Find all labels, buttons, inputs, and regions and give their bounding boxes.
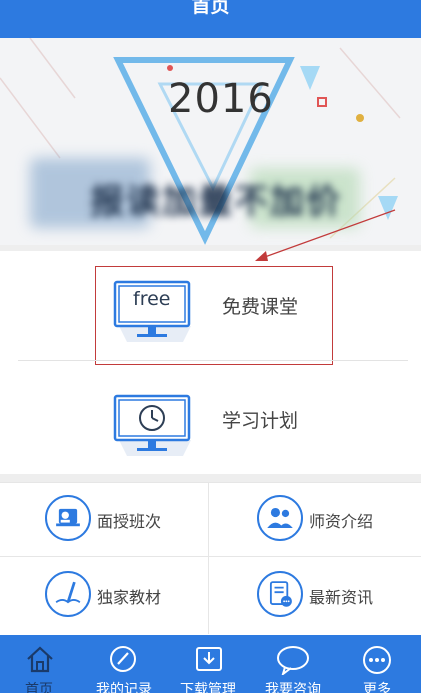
tab-my-records[interactable]: 我的记录 (82, 635, 166, 693)
pen-circle-icon (110, 646, 136, 672)
download-icon (196, 647, 222, 671)
tab-my-records-label: 我的记录 (96, 682, 152, 693)
section-gap (0, 245, 421, 251)
home-icon (27, 646, 53, 673)
bottom-tab-bar: 首页 我的记录 下载管理 我要咨询 更多 (0, 635, 421, 693)
course-divider (18, 360, 408, 361)
latest-news-entry[interactable]: 最新资讯 (209, 557, 418, 632)
banner-year: 2016 (168, 76, 274, 122)
exclusive-materials-entry[interactable]: 独家教材 (0, 557, 209, 632)
tab-more[interactable]: 更多 (335, 635, 419, 693)
top-header: 首页 (0, 0, 421, 38)
clock-monitor-icon (113, 394, 191, 456)
section-gap-2 (0, 474, 421, 482)
teacher-intro-label: 师资介绍 (309, 512, 374, 531)
book-pen-icon (45, 571, 91, 617)
tab-consult-label: 我要咨询 (265, 682, 321, 693)
exclusive-materials-label: 独家教材 (97, 588, 162, 607)
face-class-entry[interactable]: 面授班次 (0, 482, 209, 557)
tab-download[interactable]: 下载管理 (166, 635, 250, 693)
teacher-screen-icon (45, 495, 91, 541)
banner-slogan: 报读加量不加价 (90, 182, 342, 222)
tab-home-label: 首页 (25, 682, 53, 693)
page-title: 首页 (191, 0, 230, 17)
latest-news-label: 最新资讯 (309, 588, 374, 607)
study-plan-entry[interactable]: 学习计划 (0, 362, 421, 470)
tab-more-label: 更多 (363, 682, 391, 693)
news-document-icon (257, 571, 303, 617)
face-class-label: 面授班次 (97, 512, 162, 531)
more-dots-icon (363, 646, 391, 674)
promo-banner[interactable]: 2016 报读加量不加价 (0, 38, 421, 245)
teacher-intro-entry[interactable]: 师资介绍 (209, 482, 418, 557)
tab-download-label: 下载管理 (180, 682, 236, 693)
annotation-highlight-box (95, 266, 333, 365)
tab-consult[interactable]: 我要咨询 (251, 635, 335, 693)
people-icon (257, 495, 303, 541)
tab-home[interactable]: 首页 (0, 635, 84, 693)
study-plan-label: 学习计划 (222, 410, 299, 432)
chat-bubble-icon (277, 646, 309, 675)
